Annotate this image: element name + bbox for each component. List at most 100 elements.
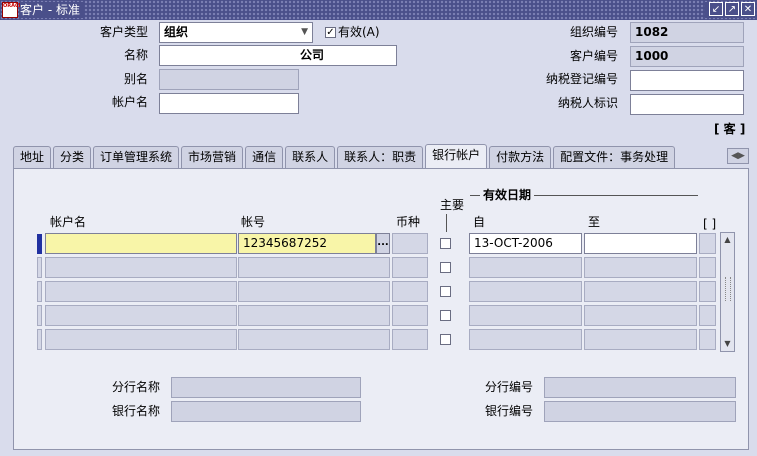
oracle-app-icon: ORACLE — [2, 2, 25, 18]
row5-flex-field[interactable] — [699, 329, 716, 350]
account-name-field[interactable] — [159, 93, 299, 114]
col-from: 自 — [473, 215, 486, 229]
bracket-button[interactable]: [ 客 ] — [714, 121, 745, 137]
scroll-thumb[interactable] — [725, 277, 731, 301]
row4-account-number[interactable] — [238, 305, 390, 326]
row5-currency[interactable] — [392, 329, 428, 350]
row2-currency[interactable] — [392, 257, 428, 278]
chevron-down-icon: ▼ — [301, 27, 308, 37]
row3-to-date[interactable] — [584, 281, 697, 302]
window-title: 客户 - 标准 — [20, 2, 84, 18]
row5-from-date[interactable] — [469, 329, 582, 350]
cust-type-select[interactable]: 组织 ▼ — [159, 22, 313, 43]
row1-account-number[interactable]: 12345687252 — [238, 233, 376, 254]
row2-account-name[interactable] — [45, 257, 237, 278]
current-record-indicator — [37, 234, 42, 254]
cust-type-value: 组织 — [164, 25, 189, 39]
row4-flex-field[interactable] — [699, 305, 716, 326]
taxpayer-id-field[interactable] — [630, 94, 744, 115]
row-indicator[interactable] — [37, 281, 42, 302]
vertical-scrollbar[interactable]: ▲ ▼ — [720, 232, 735, 352]
tab-profile-transactions[interactable]: 配置文件：事务处理 — [553, 146, 676, 168]
cust-number-label: 客户编号 — [569, 49, 618, 63]
row1-account-name[interactable] — [45, 233, 237, 254]
org-number-field[interactable]: 1082 — [630, 22, 744, 43]
bank-number-label: 银行编号 — [484, 404, 533, 418]
close-icon[interactable]: ✕ — [741, 2, 755, 16]
row2-from-date[interactable] — [469, 257, 582, 278]
row3-currency[interactable] — [392, 281, 428, 302]
row2-to-date[interactable] — [584, 257, 697, 278]
tax-reg-label: 纳税登记编号 — [545, 72, 618, 86]
tab-payment-methods[interactable]: 付款方法 — [489, 146, 552, 168]
cust-number-field[interactable]: 1000 — [630, 46, 744, 67]
row4-currency[interactable] — [392, 305, 428, 326]
row2-flex-field[interactable] — [699, 257, 716, 278]
branch-number-field[interactable] — [544, 377, 736, 398]
row3-account-number[interactable] — [238, 281, 390, 302]
branch-name-field[interactable] — [171, 377, 361, 398]
row4-primary-checkbox[interactable] — [440, 310, 451, 321]
active-checkbox[interactable]: ✓ — [325, 27, 336, 38]
col-primary: 主要 — [440, 198, 465, 212]
tab-marketing[interactable]: 市场营销 — [181, 146, 244, 168]
name-field[interactable]: 公司 — [159, 45, 397, 66]
lov-button[interactable]: ... — [376, 233, 390, 254]
bank-name-label: 银行名称 — [111, 404, 160, 418]
row4-to-date[interactable] — [584, 305, 697, 326]
tab-scroll-icon[interactable]: ◀▶ — [727, 148, 749, 164]
active-label: 有效(A) — [338, 25, 380, 39]
row3-flex-field[interactable] — [699, 281, 716, 302]
primary-divider — [446, 214, 447, 232]
scroll-up-icon[interactable]: ▲ — [722, 234, 733, 246]
alias-field[interactable] — [159, 69, 299, 90]
tab-order-management[interactable]: 订单管理系统 — [93, 146, 180, 168]
name-value: 公司 — [300, 48, 325, 62]
row1-to-date[interactable] — [584, 233, 697, 254]
tab-bank-accounts[interactable]: 银行帐户 — [425, 144, 488, 168]
row3-account-name[interactable] — [45, 281, 237, 302]
bank-number-field[interactable] — [544, 401, 736, 422]
account-name-label: 帐户名 — [111, 95, 148, 109]
branch-number-label: 分行编号 — [484, 380, 533, 394]
window-controls: ↙ ↗ ✕ — [705, 2, 755, 18]
row4-account-name[interactable] — [45, 305, 237, 326]
row1-currency[interactable] — [392, 233, 428, 254]
tab-classification[interactable]: 分类 — [53, 146, 92, 168]
col-account-number: 帐号 — [241, 215, 266, 229]
bank-name-field[interactable] — [171, 401, 361, 422]
row1-primary-checkbox[interactable] — [440, 238, 451, 249]
scroll-down-icon[interactable]: ▼ — [722, 338, 733, 350]
tax-reg-field[interactable] — [630, 70, 744, 91]
row-indicator[interactable] — [37, 257, 42, 278]
row3-from-date[interactable] — [469, 281, 582, 302]
tab-communication[interactable]: 通信 — [245, 146, 284, 168]
row4-from-date[interactable] — [469, 305, 582, 326]
row-indicator[interactable] — [37, 329, 42, 350]
row5-to-date[interactable] — [584, 329, 697, 350]
title-bar — [0, 0, 757, 20]
row5-primary-checkbox[interactable] — [440, 334, 451, 345]
col-bracket[interactable]: [ ] — [703, 216, 716, 232]
name-label: 名称 — [123, 48, 148, 62]
tab-address[interactable]: 地址 — [13, 146, 52, 168]
row1-from-date[interactable]: 13-OCT-2006 — [469, 233, 582, 254]
row5-account-number[interactable] — [238, 329, 390, 350]
org-number-label: 组织编号 — [569, 25, 618, 39]
row2-account-number[interactable] — [238, 257, 390, 278]
tab-contacts[interactable]: 联系人 — [285, 146, 336, 168]
tab-contact-roles[interactable]: 联系人：职责 — [337, 146, 424, 168]
maximize-icon[interactable]: ↗ — [725, 2, 739, 16]
col-account-name: 帐户名 — [50, 215, 87, 229]
row1-flex-field[interactable] — [699, 233, 716, 254]
taxpayer-id-label: 纳税人标识 — [557, 96, 618, 110]
cust-type-label: 客户类型 — [99, 25, 148, 39]
row3-primary-checkbox[interactable] — [440, 286, 451, 297]
effective-dates-group: 有效日期 — [480, 187, 535, 203]
alias-label: 别名 — [123, 72, 148, 86]
row-indicator[interactable] — [37, 305, 42, 326]
branch-name-label: 分行名称 — [111, 380, 160, 394]
row5-account-name[interactable] — [45, 329, 237, 350]
row2-primary-checkbox[interactable] — [440, 262, 451, 273]
minimize-icon[interactable]: ↙ — [709, 2, 723, 16]
